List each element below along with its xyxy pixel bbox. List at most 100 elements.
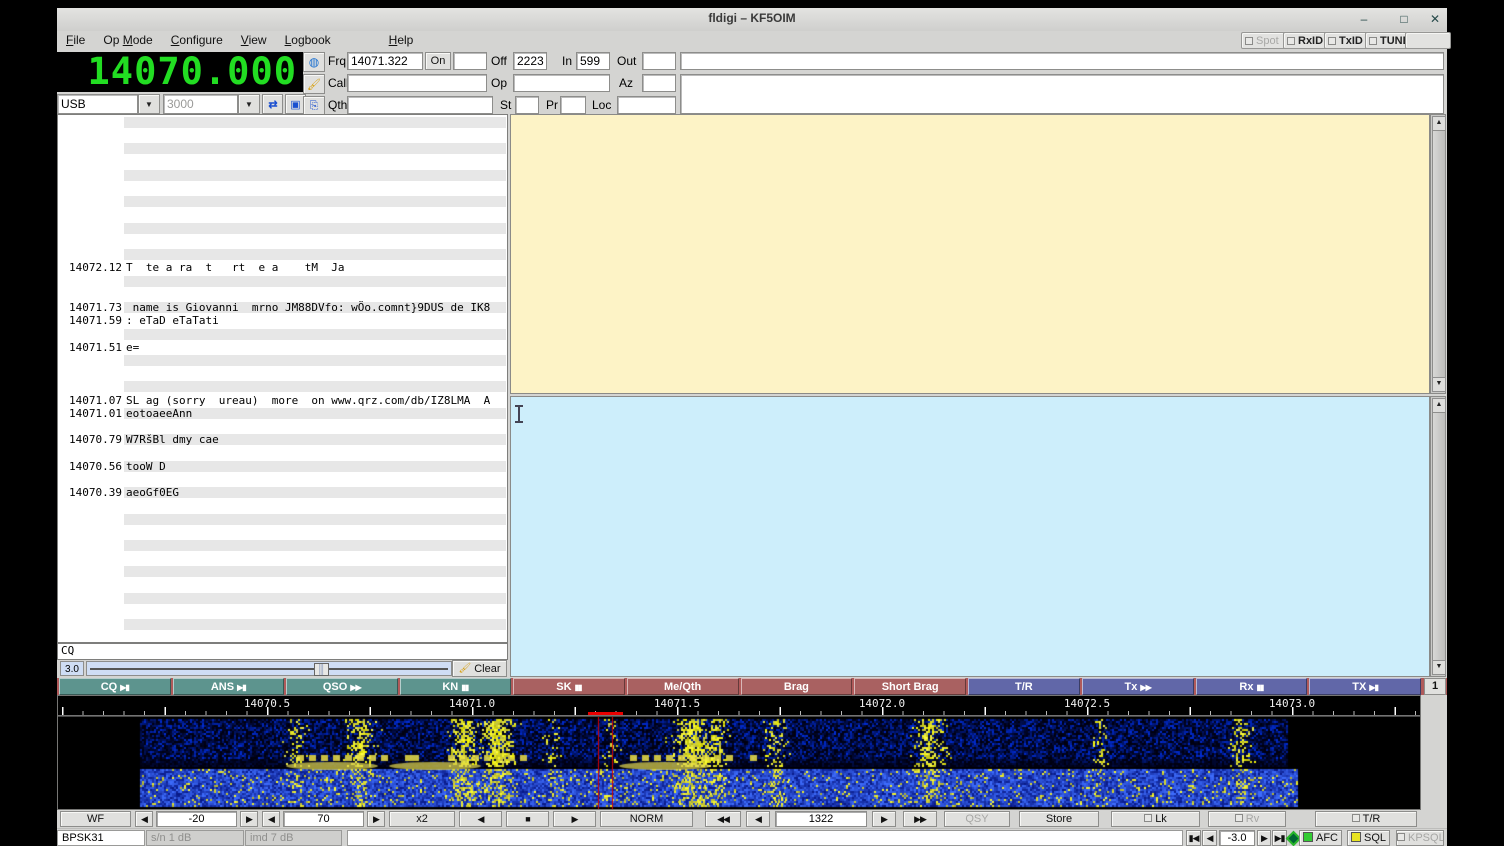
- scroll-up-icon[interactable]: ▲: [1432, 116, 1446, 131]
- scroll-down-icon[interactable]: ▼: [1432, 660, 1446, 675]
- mode-dropdown-icon[interactable]: ▼: [138, 94, 160, 114]
- clear-log-broom-icon[interactable]: 🖌: [303, 74, 325, 94]
- scroll-right-icon[interactable]: ▶: [553, 811, 596, 827]
- browser-row[interactable]: [59, 129, 507, 142]
- afc-toggle[interactable]: AFC: [1299, 830, 1342, 846]
- off-field[interactable]: 2223: [513, 52, 547, 70]
- range-up-icon[interactable]: ▶: [367, 811, 385, 827]
- browser-row[interactable]: 14070.39aeoGf0EG: [59, 486, 507, 499]
- browser-row[interactable]: [59, 354, 507, 367]
- empty-toggle-button[interactable]: [1405, 32, 1451, 49]
- menu-configure[interactable]: Configure: [162, 31, 232, 47]
- notes1-field[interactable]: [680, 52, 1444, 70]
- browser-row[interactable]: [59, 222, 507, 235]
- scroll-down-icon[interactable]: ▼: [1432, 377, 1446, 392]
- browser-row[interactable]: [59, 380, 507, 393]
- macro-button-qso[interactable]: QSO ▶▶: [286, 678, 398, 695]
- browser-row[interactable]: [59, 513, 507, 526]
- squelch-slider[interactable]: [86, 661, 452, 676]
- offset-down-icon[interactable]: ◀: [1202, 830, 1217, 846]
- signal-browser[interactable]: 14072.12T te a ra t rt e a tM Ja 14071.73…: [57, 114, 508, 643]
- browser-row[interactable]: [59, 248, 507, 261]
- paste-clipboard-icon[interactable]: ⎘: [303, 96, 325, 116]
- carrier-up-icon[interactable]: ▶: [872, 811, 896, 827]
- vfo-swap-icon[interactable]: ⇄: [262, 94, 283, 114]
- in-field[interactable]: 599: [576, 52, 610, 70]
- browser-row[interactable]: [59, 288, 507, 301]
- browser-row[interactable]: [59, 618, 507, 631]
- browser-row[interactable]: [59, 209, 507, 222]
- store-button[interactable]: Store: [1019, 811, 1099, 827]
- browser-row[interactable]: 14071.07SL ag (sorry ureau) more on www.…: [59, 394, 507, 407]
- bandwidth-dropdown-icon[interactable]: ▼: [238, 94, 260, 114]
- kpsql-toggle[interactable]: KPSQL: [1396, 830, 1444, 846]
- browser-row[interactable]: [59, 182, 507, 195]
- maximize-icon[interactable]: □: [1395, 10, 1413, 28]
- browser-row[interactable]: [59, 632, 507, 643]
- zoom-x2-button[interactable]: x2: [389, 811, 455, 827]
- browser-row[interactable]: 14071.73 name is Giovanni mrno JM88DVfo:…: [59, 301, 507, 314]
- carrier-fast-up-icon[interactable]: ▶▶: [903, 811, 937, 827]
- browser-row[interactable]: [59, 579, 507, 592]
- browser-row[interactable]: 14072.12T te a ra t rt e a tM Ja: [59, 261, 507, 274]
- browser-row[interactable]: [59, 499, 507, 512]
- macro-button-rx[interactable]: Rx ▮▮: [1196, 678, 1308, 695]
- frequency-offset-field[interactable]: -3.0: [1219, 830, 1255, 846]
- carrier-down-icon[interactable]: ◀: [746, 811, 770, 827]
- counter-field[interactable]: [453, 52, 487, 70]
- qth-field[interactable]: [347, 96, 493, 114]
- carrier-fast-down-icon[interactable]: ◀◀: [705, 811, 741, 827]
- wf-mode-button[interactable]: WF: [60, 811, 131, 827]
- reverse-toggle[interactable]: Rv: [1208, 811, 1286, 827]
- frq-field[interactable]: 14071.322: [347, 52, 423, 70]
- wf-level-field[interactable]: -20: [156, 811, 237, 827]
- browser-row[interactable]: [59, 605, 507, 618]
- macro-button-sk[interactable]: SK ▮▮: [513, 678, 625, 695]
- sql-toggle[interactable]: SQL: [1347, 830, 1390, 846]
- frequency-display[interactable]: 14070.000: [57, 52, 303, 92]
- browser-row[interactable]: [59, 552, 507, 565]
- browser-row[interactable]: [59, 367, 507, 380]
- macro-button-tx[interactable]: Tx ▶▶: [1082, 678, 1194, 695]
- offset-min-icon[interactable]: ▮◀: [1186, 830, 1201, 846]
- scroll-up-icon[interactable]: ▲: [1432, 398, 1446, 413]
- bandwidth-select[interactable]: 3000: [163, 94, 238, 114]
- center-stop-icon[interactable]: ■: [506, 811, 549, 827]
- browser-row[interactable]: [59, 565, 507, 578]
- az-field[interactable]: [642, 74, 676, 92]
- range-down-icon[interactable]: ◀: [262, 811, 280, 827]
- browser-row[interactable]: [59, 275, 507, 288]
- browser-clear-button[interactable]: 🖌 Clear: [452, 660, 507, 677]
- offset-up-icon[interactable]: ▶: [1257, 830, 1271, 846]
- menu-logbook[interactable]: Logbook: [276, 31, 340, 47]
- tx-scrollbar[interactable]: ▲ ▼: [1430, 396, 1446, 677]
- level-down-icon[interactable]: ◀: [135, 811, 153, 827]
- notes2-field[interactable]: [680, 74, 1444, 114]
- browser-row[interactable]: 14070.79W7RšBl dmy cae: [59, 433, 507, 446]
- macro-button-kn[interactable]: KN ▮▮: [400, 678, 512, 695]
- browser-row[interactable]: [59, 539, 507, 552]
- browser-row[interactable]: [59, 447, 507, 460]
- menu-help[interactable]: Help: [380, 31, 423, 47]
- tx-text-panel[interactable]: [510, 396, 1430, 677]
- rx-scrollbar[interactable]: ▲ ▼: [1430, 114, 1446, 394]
- macro-button-cq[interactable]: CQ ▶▮: [59, 678, 171, 695]
- browser-row[interactable]: [59, 235, 507, 248]
- pr-field[interactable]: [560, 96, 586, 114]
- macro-set-button[interactable]: 1: [1424, 678, 1446, 695]
- squelch-slider-handle[interactable]: [314, 663, 329, 676]
- waterfall-display[interactable]: [60, 717, 1420, 809]
- scroll-left-icon[interactable]: ◀: [459, 811, 502, 827]
- browser-row[interactable]: [59, 592, 507, 605]
- browser-row[interactable]: [59, 195, 507, 208]
- transmit-toggle[interactable]: T/R: [1315, 811, 1417, 827]
- close-icon[interactable]: ✕: [1426, 10, 1444, 28]
- qsy-button[interactable]: QSY: [944, 811, 1010, 827]
- wf-range-field[interactable]: 70: [283, 811, 364, 827]
- browser-search-input[interactable]: CQ: [57, 643, 508, 660]
- menu-op-mode[interactable]: Op Mode: [94, 31, 161, 47]
- browser-row[interactable]: [59, 169, 507, 182]
- txid-toggle-button[interactable]: TxID: [1324, 32, 1369, 49]
- macro-button-ans[interactable]: ANS ▶▮: [173, 678, 285, 695]
- wf-speed-button[interactable]: NORM: [600, 811, 693, 827]
